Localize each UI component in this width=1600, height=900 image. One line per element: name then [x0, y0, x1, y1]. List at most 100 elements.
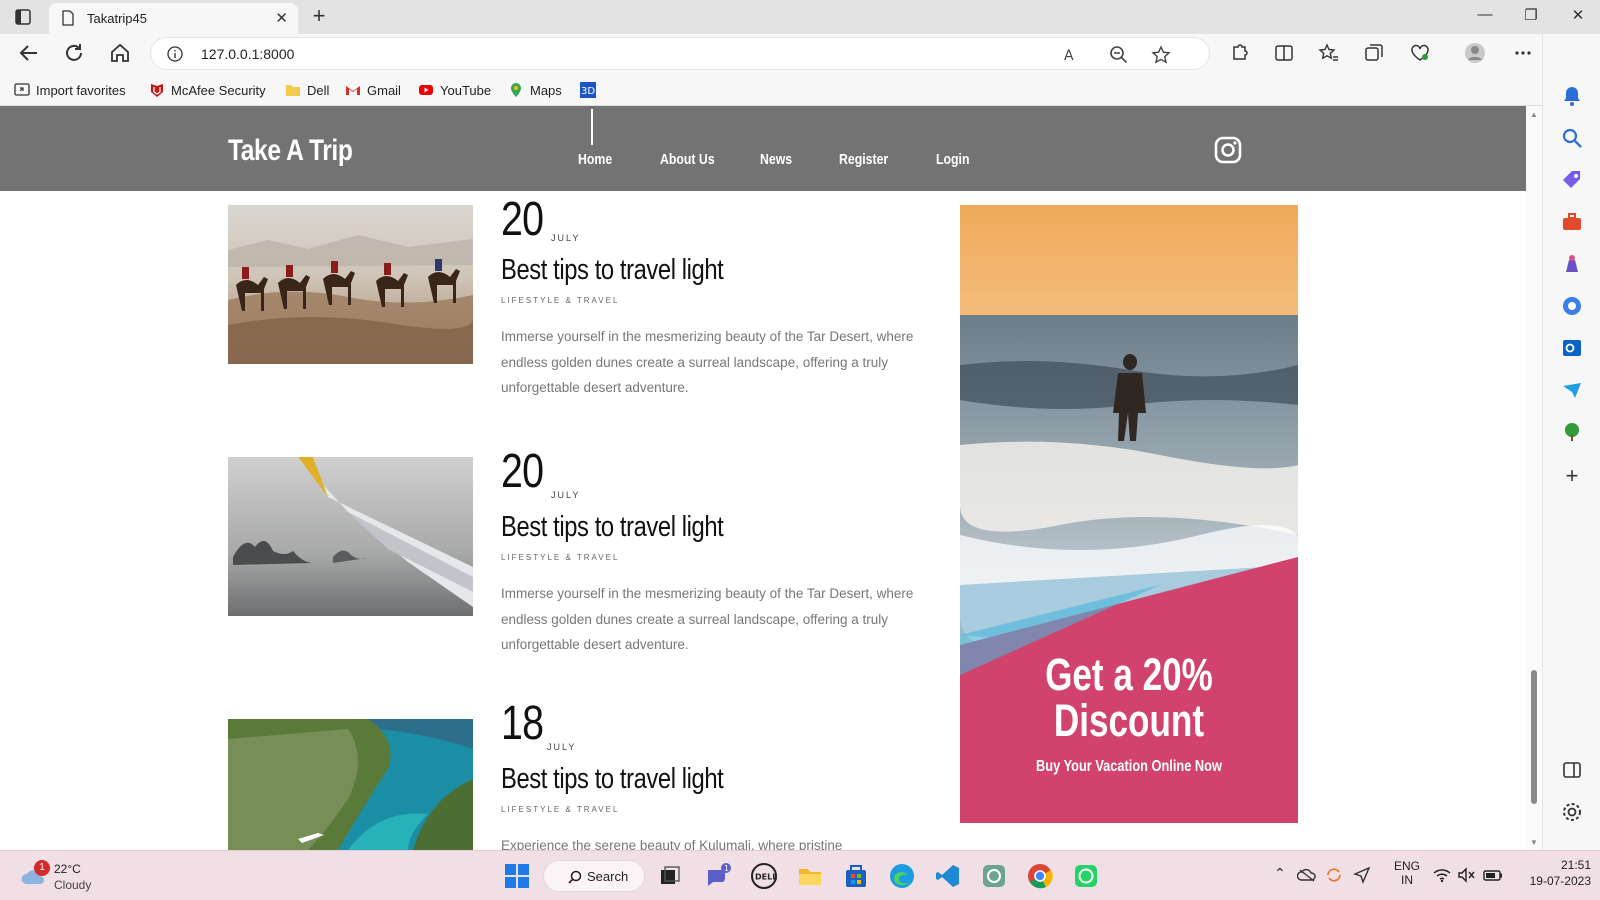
add-sidebar-app-icon[interactable]: + [1560, 464, 1584, 488]
close-window-icon[interactable]: ✕ [1561, 6, 1595, 28]
settings-gear-icon[interactable] [1560, 800, 1584, 824]
scroll-up-icon[interactable]: ▲ [1530, 110, 1538, 119]
browser-tab[interactable]: Takatrip45 ✕ [49, 3, 298, 34]
favorites-icon[interactable] [1318, 42, 1340, 64]
region-code: IN [1401, 873, 1413, 887]
tree-icon[interactable] [1560, 420, 1584, 444]
whatsapp-icon[interactable] [1072, 862, 1100, 890]
bookmark-3d[interactable]: 3D [580, 80, 596, 100]
bookmark-import-favorites[interactable]: Import favorites [14, 80, 126, 100]
show-hidden-icons-icon[interactable]: ⌃ [1274, 865, 1286, 882]
discount-ad-banner[interactable]: Get a 20% Discount Buy Your Vacation Onl… [960, 205, 1298, 823]
profile-avatar-icon[interactable] [1464, 42, 1486, 64]
bookmark-gmail[interactable]: Gmail [345, 80, 401, 100]
favorites-bar: Import favorites McAfee Security Dell Gm… [0, 72, 1600, 106]
weather-widget[interactable]: 1 22°C Cloudy [20, 860, 100, 894]
close-tab-icon[interactable]: ✕ [275, 9, 288, 27]
split-screen-icon[interactable] [1273, 42, 1295, 64]
search-icon[interactable] [1560, 126, 1584, 150]
notifications-bell-icon[interactable] [1560, 84, 1584, 108]
sync-status-icon[interactable] [1324, 866, 1344, 884]
site-info-icon[interactable] [167, 46, 183, 62]
tab-title: Takatrip45 [87, 11, 147, 26]
nav-about-us[interactable]: About Us [660, 151, 715, 168]
bookmark-label: Gmail [367, 82, 401, 98]
more-options-icon[interactable] [1512, 42, 1534, 64]
microsoft-store-icon[interactable] [842, 862, 870, 890]
teams-chat-icon[interactable]: 1 [704, 862, 732, 890]
bookmark-mcafee[interactable]: McAfee Security [149, 80, 266, 100]
edge-browser-icon[interactable] [888, 862, 916, 890]
gmail-icon [346, 86, 360, 95]
tools-briefcase-icon[interactable] [1560, 210, 1584, 234]
browser-essentials-icon[interactable] [1409, 42, 1431, 64]
microsoft-365-icon[interactable] [1560, 294, 1584, 318]
scroll-down-icon[interactable]: ▼ [1530, 838, 1538, 847]
back-icon[interactable] [17, 42, 41, 64]
post-title[interactable]: Best tips to travel light [501, 254, 724, 287]
outlook-icon[interactable] [1560, 336, 1584, 360]
bookmark-youtube[interactable]: YouTube [418, 80, 491, 100]
extensions-icon[interactable] [1228, 42, 1250, 64]
bookmark-maps[interactable]: Maps [508, 80, 562, 100]
read-aloud-icon[interactable]: A [1062, 45, 1082, 65]
windows-start-icon[interactable] [503, 862, 531, 890]
address-bar[interactable]: 127.0.0.1:8000 A [150, 37, 1210, 70]
nav-news[interactable]: News [760, 151, 792, 168]
send-icon[interactable] [1560, 378, 1584, 402]
new-tab-icon[interactable]: + [306, 3, 332, 29]
hide-sidebar-icon[interactable] [1560, 758, 1584, 782]
chrome-icon[interactable] [1026, 862, 1054, 890]
post-excerpt: Immerse yourself in the mesmerizing beau… [501, 329, 914, 395]
shopping-tag-icon[interactable] [1560, 168, 1584, 192]
post-image-airplane-wing[interactable] [228, 457, 473, 616]
search-icon [568, 870, 582, 884]
post-title[interactable]: Best tips to travel light [501, 763, 724, 796]
home-icon[interactable] [108, 42, 132, 64]
site-logo[interactable]: Take A Trip [228, 134, 353, 168]
task-view-icon[interactable] [656, 862, 684, 890]
bookmark-label: Import favorites [36, 82, 126, 98]
tab-actions-icon[interactable] [14, 8, 32, 26]
favorite-star-icon[interactable] [1151, 45, 1171, 65]
zoom-icon[interactable] [1109, 45, 1129, 65]
battery-icon[interactable] [1482, 867, 1504, 883]
restore-icon[interactable]: ❐ [1514, 6, 1548, 28]
svg-text:A: A [1064, 48, 1074, 64]
language-indicator[interactable]: ENG IN [1392, 859, 1422, 887]
post-image-desert-camels[interactable] [228, 205, 473, 364]
onedrive-icon[interactable] [1297, 867, 1317, 883]
dell-app-icon[interactable]: DELL [750, 862, 778, 890]
refresh-icon[interactable] [63, 42, 87, 64]
post-category: LIFESTYLE & TRAVEL [501, 805, 620, 814]
post-month: JULY [551, 490, 581, 500]
post-category: LIFESTYLE & TRAVEL [501, 296, 620, 305]
instagram-icon[interactable] [1214, 136, 1242, 164]
post-image-coastal-bay[interactable] [228, 719, 473, 850]
wifi-icon[interactable] [1433, 867, 1451, 883]
chat-badge: 1 [724, 864, 729, 873]
chatgpt-app-icon[interactable] [980, 862, 1008, 890]
file-explorer-icon[interactable] [796, 862, 824, 890]
mcafee-icon [151, 84, 163, 97]
page-icon [62, 10, 74, 26]
3d-icon: 3D [580, 82, 596, 98]
minimize-icon[interactable]: — [1468, 6, 1502, 28]
post-day: 20 [501, 193, 544, 246]
scrollbar-thumb[interactable] [1531, 670, 1537, 804]
volume-muted-icon[interactable] [1457, 867, 1477, 883]
nav-register[interactable]: Register [839, 151, 888, 168]
post-excerpt: Experience the serene beauty of Kulumali… [501, 838, 843, 850]
bookmark-dell[interactable]: Dell [285, 80, 329, 100]
nav-login[interactable]: Login [936, 151, 969, 168]
page-scrollbar[interactable]: ▲ ▼ [1526, 106, 1542, 850]
collections-icon[interactable] [1363, 42, 1385, 64]
vscode-icon[interactable] [934, 862, 962, 890]
taskbar-search[interactable]: Search [543, 860, 645, 892]
search-label: Search [587, 869, 629, 884]
clock[interactable]: 21:51 19-07-2023 [1511, 858, 1591, 888]
post-title[interactable]: Best tips to travel light [501, 511, 724, 544]
games-icon[interactable] [1560, 252, 1584, 276]
nav-home[interactable]: Home [578, 151, 612, 168]
location-icon[interactable] [1353, 866, 1371, 884]
